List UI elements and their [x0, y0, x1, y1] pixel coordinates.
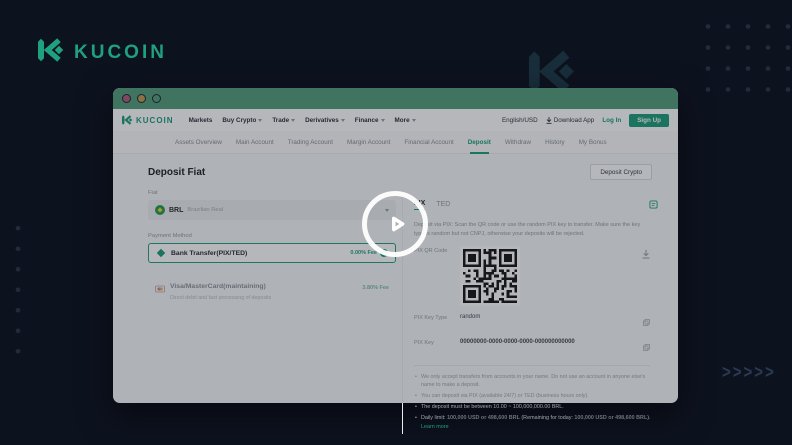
note-daily-limit: Daily limit: 100,000 USD or 498,600 BRL … [414, 414, 652, 430]
note-item: The deposit must be between 10.00 ~ 100,… [414, 403, 652, 411]
kucoin-logo-text: KUCOIN [74, 42, 167, 64]
learn-more-link[interactable]: Learn more [421, 424, 449, 430]
chevron-decor: >>>>> [722, 362, 776, 382]
browser-window: KUCOIN Markets Buy Crypto Trade Derivati… [113, 88, 678, 403]
dot-grid-left [8, 218, 24, 360]
dot-grid-top-right [698, 16, 792, 108]
play-button[interactable] [362, 191, 428, 257]
play-icon [384, 211, 410, 237]
kucoin-logo-icon [38, 38, 65, 67]
hero-background: >>>>> KUCOIN [0, 0, 792, 445]
video-overlay [113, 88, 678, 403]
kucoin-logo: KUCOIN [38, 38, 167, 67]
